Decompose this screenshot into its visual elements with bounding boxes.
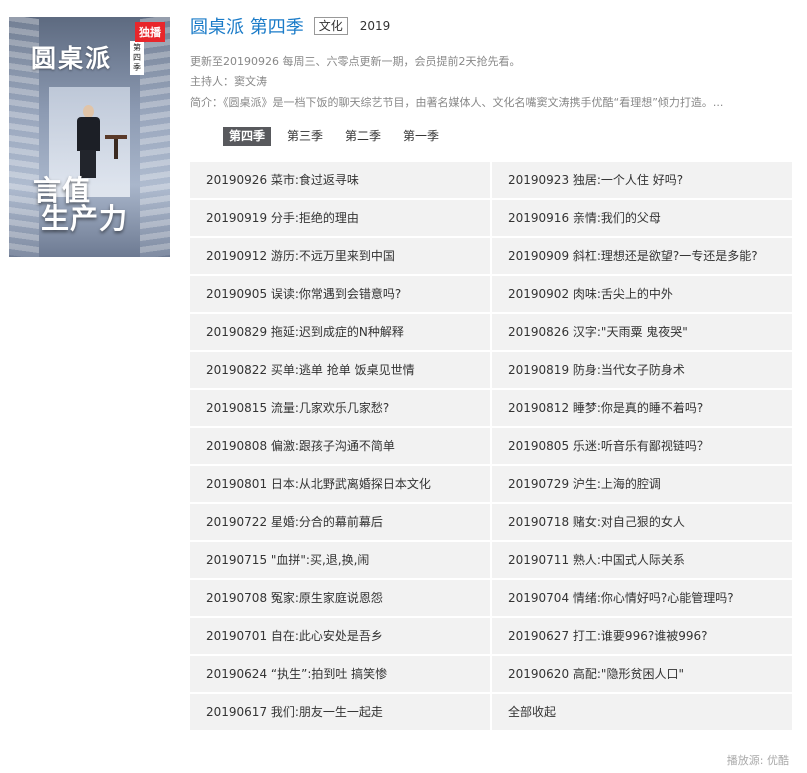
genre-tag[interactable]: 文化: [313, 17, 348, 35]
episode-item[interactable]: 20190722 星婚:分合的幕前幕后: [190, 504, 490, 540]
episode-item[interactable]: 20190701 自在:此心安处是吾乡: [190, 618, 490, 654]
title-row: 圆桌派 第四季 文化 2019: [190, 14, 390, 38]
episode-item[interactable]: 20190715 "血拼":买,退,换,闹: [190, 542, 490, 578]
tab-season-2[interactable]: 第二季: [339, 127, 387, 146]
poster-slogan-line1: 言值: [33, 174, 92, 207]
episode-item[interactable]: 20190905 误读:你常遇到会错意吗?: [190, 276, 490, 312]
exclusive-badge: 独播: [135, 22, 165, 42]
host-line: 主持人：窦文涛: [190, 75, 267, 88]
episode-item[interactable]: 20190912 游历:不远万里来到中国: [190, 238, 490, 274]
tab-season-3[interactable]: 第三季: [281, 127, 329, 146]
poster-title: 圆桌派: [31, 44, 113, 73]
show-poster[interactable]: 圆桌派 第四季 独播 言值 生产力: [9, 17, 170, 257]
episode-item[interactable]: 20190624 “执生”:拍到吐 搞笑惨: [190, 656, 490, 692]
episode-item[interactable]: 20190926 菜市:食过返寻味: [190, 162, 490, 198]
episode-item[interactable]: 20190718 赌女:对自己狠的女人: [492, 504, 792, 540]
episode-item[interactable]: 20190617 我们:朋友一生一起走: [190, 694, 490, 730]
tab-season-4[interactable]: 第四季: [223, 127, 272, 146]
episode-item[interactable]: 20190902 肉味:舌尖上的中外: [492, 276, 792, 312]
episode-item[interactable]: 20190805 乐迷:听音乐有鄙视链吗？: [492, 428, 792, 464]
season-tabs: 第四季 第三季 第二季 第一季: [223, 127, 455, 146]
episode-item[interactable]: 20190822 买单:逃单 抢单 饭桌见世情: [190, 352, 490, 388]
poster-slogan-line2: 生产力: [41, 202, 129, 235]
episode-item[interactable]: 20190620 高配:"隐形贫困人口": [492, 656, 792, 692]
poster-slogan: 言值 生产力: [29, 177, 128, 233]
episode-item[interactable]: 20190708 冤家:原生家庭说恩怨: [190, 580, 490, 616]
episode-item[interactable]: 20190627 打工:谁要996?谁被996?: [492, 618, 792, 654]
show-description: 简介：《圆桌派》是一档下饭的聊天综艺节目，由著名媒体人、文化名嘴窦文涛携手优酷“…: [190, 96, 724, 109]
episode-item[interactable]: 20190916 亲情:我们的父母: [492, 200, 792, 236]
episode-item[interactable]: 20190923 独居:一个人住 好吗?: [492, 162, 792, 198]
episode-list: 20190926 菜市:食过返寻味 20190923 独居:一个人住 好吗? 2…: [190, 162, 792, 730]
episode-item[interactable]: 20190909 斜杠:理想还是欲望?一专还是多能?: [492, 238, 792, 274]
episode-item[interactable]: 20190801 日本:从北野武离婚探日本文化: [190, 466, 490, 502]
year-label: 2019: [359, 19, 391, 33]
poster-table: [105, 135, 127, 159]
episode-item[interactable]: 20190826 汉字:"天雨粟 鬼夜哭": [492, 314, 792, 350]
episode-item[interactable]: 20190711 熟人:中国式人际关系: [492, 542, 792, 578]
playback-source: 播放源: 优酷: [726, 754, 789, 767]
tab-season-1[interactable]: 第一季: [397, 127, 445, 146]
poster-right-wall: [140, 17, 170, 257]
episode-item[interactable]: 20190729 沪生:上海的腔调: [492, 466, 792, 502]
episode-item[interactable]: 20190815 流量:几家欢乐几家愁?: [190, 390, 490, 426]
episode-item[interactable]: 20190919 分手:拒绝的理由: [190, 200, 490, 236]
collapse-all-button[interactable]: 全部收起: [492, 694, 792, 730]
update-info: 更新至20190926 每周三、六零点更新一期，会员提前2天抢先看。: [190, 55, 521, 68]
poster-season-tag: 第四季: [130, 41, 144, 75]
show-title[interactable]: 圆桌派 第四季: [190, 13, 304, 39]
episode-item[interactable]: 20190819 防身:当代女子防身术: [492, 352, 792, 388]
episode-item[interactable]: 20190704 情绪:你心情好吗?心能管理吗?: [492, 580, 792, 616]
episode-item[interactable]: 20190829 拖延:迟到成症的N种解释: [190, 314, 490, 350]
poster-host-figure: [75, 105, 101, 178]
episode-item[interactable]: 20190812 睡梦:你是真的睡不着吗?: [492, 390, 792, 426]
episode-item[interactable]: 20190808 偏激:跟孩子沟通不简单: [190, 428, 490, 464]
